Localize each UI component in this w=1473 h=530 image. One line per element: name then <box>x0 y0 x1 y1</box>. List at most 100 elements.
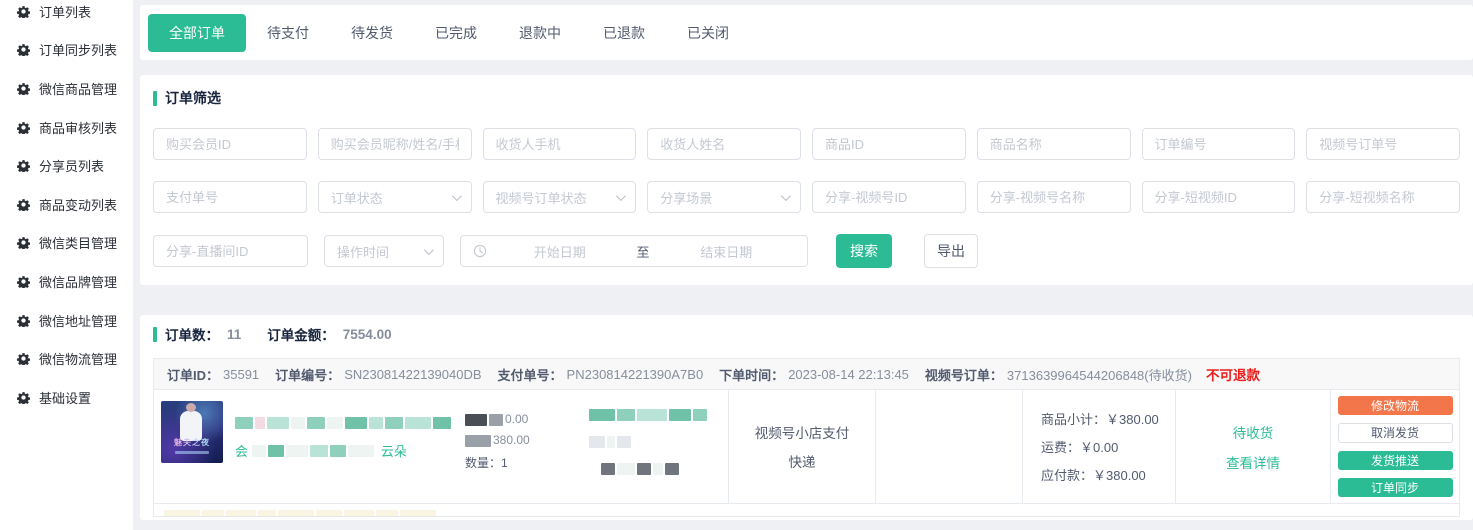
censored-line <box>589 406 720 424</box>
censored-block <box>369 417 383 429</box>
share-live-room-id-input[interactable] <box>153 235 308 267</box>
sidebar-item-label: 基础设置 <box>39 388 91 407</box>
sidebar-item-order-sync-list[interactable]: 订单同步列表 <box>0 31 133 70</box>
shipping-value: ￥0.00 <box>1080 440 1118 455</box>
channels-order-sn-input[interactable] <box>1306 128 1460 160</box>
sidebar-item-wechat-category-mgmt[interactable]: 微信类目管理 <box>0 224 133 263</box>
tab-completed[interactable]: 已完成 <box>414 14 498 52</box>
order-id-value: 35591 <box>223 367 259 382</box>
share-channel-id-input[interactable] <box>812 181 966 213</box>
clock-icon <box>473 244 487 258</box>
censored-block <box>348 445 374 457</box>
sidebar-item-label: 订单同步列表 <box>39 40 117 59</box>
order-totals-cell: 商品小计：￥380.00 运费：￥0.00 应付款：￥380.00 <box>1023 390 1176 503</box>
order-sn-value: SN23081422139040DB <box>344 367 481 382</box>
section-accent-bar <box>153 327 157 342</box>
pay-sn-input[interactable] <box>153 181 307 213</box>
censored-block <box>400 510 436 516</box>
share-short-video-id-input[interactable] <box>1142 181 1296 213</box>
product-name-input[interactable] <box>977 128 1131 160</box>
gear-icon <box>17 82 30 95</box>
date-range-picker[interactable]: 开始日期 至 结束日期 <box>460 235 808 267</box>
sidebar-item-wechat-address-mgmt[interactable]: 微信地址管理 <box>0 301 133 340</box>
section-accent-bar <box>153 91 157 106</box>
edit-logistics-button[interactable]: 修改物流 <box>1338 396 1453 415</box>
price-value: 0.00 <box>505 412 528 426</box>
censored-block <box>693 409 707 421</box>
filter-row-1: 订单状态 视频号订单状态 分享场景 <box>153 128 1460 213</box>
censored-line <box>589 460 720 478</box>
order-sync-button[interactable]: 订单同步 <box>1338 478 1453 497</box>
tab-pending-payment[interactable]: 待支付 <box>246 14 330 52</box>
channels-order-value: 3713639964544206848(待收货) <box>1007 365 1192 384</box>
censored-block <box>465 414 487 426</box>
censored-line: 会 云朵 <box>235 441 453 460</box>
quantity-value: 1 <box>501 456 508 470</box>
censored-block <box>164 510 200 516</box>
censored-block <box>268 445 284 457</box>
search-button[interactable]: 搜索 <box>836 234 892 268</box>
order-body-row: 魅夫之夜 会 云朵 0.00 <box>154 389 1459 503</box>
receiver-phone-input[interactable] <box>483 128 637 160</box>
next-order-partial-row <box>154 503 1459 516</box>
buyer-member-id-input[interactable] <box>153 128 307 160</box>
sidebar-item-wechat-brand-mgmt[interactable]: 微信品牌管理 <box>0 262 133 301</box>
sidebar-item-wechat-logistics-mgmt[interactable]: 微信物流管理 <box>0 339 133 378</box>
export-button[interactable]: 导出 <box>924 234 978 268</box>
channels-order-status-select[interactable]: 视频号订单状态 <box>483 181 637 213</box>
tab-pending-shipment[interactable]: 待发货 <box>330 14 414 52</box>
sidebar-item-product-review-list[interactable]: 商品审核列表 <box>0 108 133 147</box>
chevron-down-icon <box>781 191 791 201</box>
shipment-push-button[interactable]: 发货推送 <box>1338 451 1453 470</box>
order-status-select[interactable]: 订单状态 <box>318 181 472 213</box>
order-time-value: 2023-08-14 22:13:45 <box>788 367 909 382</box>
buyer-nickname-input[interactable] <box>318 128 472 160</box>
censored-block <box>637 463 651 475</box>
sidebar-item-sharer-list[interactable]: 分享员列表 <box>0 146 133 185</box>
censored-block <box>267 417 289 429</box>
sidebar-item-order-list[interactable]: 订单列表 <box>0 0 133 31</box>
order-id-label: 订单ID： <box>167 365 219 384</box>
sidebar-item-product-change-list[interactable]: 商品变动列表 <box>0 185 133 224</box>
censored-block <box>330 445 346 457</box>
receiver-name-input[interactable] <box>647 128 801 160</box>
payable-value: ￥380.00 <box>1093 468 1146 483</box>
gear-icon <box>17 121 30 134</box>
order-sn-input[interactable] <box>1142 128 1296 160</box>
censored-block <box>316 510 342 516</box>
share-scene-select[interactable]: 分享场景 <box>647 181 801 213</box>
date-separator: 至 <box>633 242 654 261</box>
censored-line <box>235 414 453 432</box>
delivery-type: 快递 <box>789 451 816 471</box>
censored-block <box>235 417 253 429</box>
operate-time-select[interactable]: 操作时间 <box>324 235 444 267</box>
tab-all-orders[interactable]: 全部订单 <box>148 14 246 52</box>
censored-block <box>653 463 663 475</box>
censored-block <box>617 436 631 448</box>
sidebar-item-wechat-product-mgmt[interactable]: 微信商品管理 <box>0 69 133 108</box>
view-detail-link[interactable]: 查看详情 <box>1226 452 1280 472</box>
sidebar-item-label: 微信地址管理 <box>39 311 117 330</box>
sidebar-item-basic-settings[interactable]: 基础设置 <box>0 378 133 417</box>
tab-closed[interactable]: 已关闭 <box>666 14 750 52</box>
subtotal-value: ￥380.00 <box>1106 412 1159 427</box>
order-filter-panel: 订单筛选 订单状态 视频号订单状态 分享场景 <box>140 75 1473 285</box>
censored-block <box>385 417 403 429</box>
censored-block <box>286 445 308 457</box>
payment-method: 视频号小店支付 <box>755 422 850 442</box>
tab-refunding[interactable]: 退款中 <box>498 14 582 52</box>
censored-block <box>344 510 374 516</box>
censored-block <box>291 417 305 429</box>
censored-line <box>589 433 720 451</box>
censored-block <box>327 417 343 429</box>
gear-icon <box>17 391 30 404</box>
end-date-placeholder[interactable]: 结束日期 <box>658 242 796 261</box>
censored-block <box>307 417 325 429</box>
cancel-shipment-button[interactable]: 取消发货 <box>1338 423 1453 443</box>
start-date-placeholder[interactable]: 开始日期 <box>491 242 629 261</box>
sidebar: 订单列表 订单同步列表 微信商品管理 商品审核列表 分享员列表 商品变动列表 微… <box>0 0 133 530</box>
tab-refunded[interactable]: 已退款 <box>582 14 666 52</box>
product-id-input[interactable] <box>812 128 966 160</box>
share-short-video-name-input[interactable] <box>1306 181 1460 213</box>
share-channel-name-input[interactable] <box>977 181 1131 213</box>
